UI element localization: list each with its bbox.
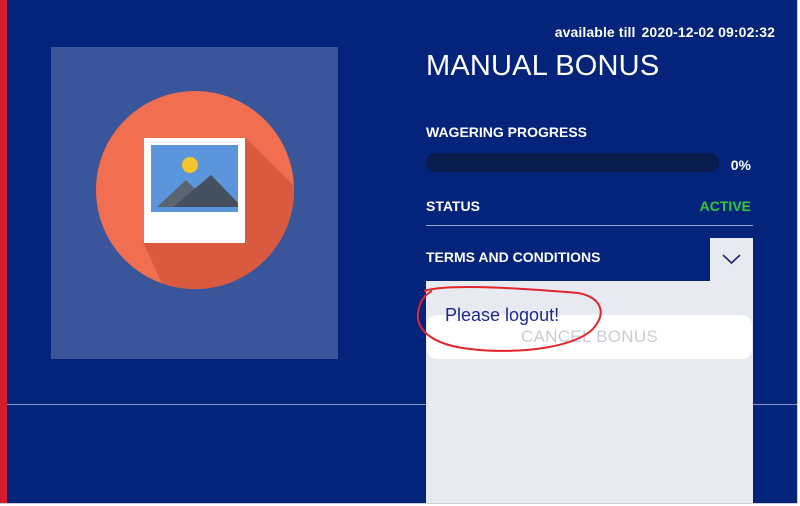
section-divider [7,404,426,405]
accent-bar [0,0,7,503]
bonus-title: MANUAL BONUS [426,50,660,82]
status-value: ACTIVE [699,198,751,214]
availability-date: 2020-12-02 09:02:32 [641,24,775,40]
availability-label: available till [554,24,636,40]
annotation-text: Please logout! [445,305,560,325]
bonus-thumbnail [51,47,338,359]
availability-text: available till 2020-12-02 09:02:32 [555,24,775,40]
chevron-down-icon [722,254,741,265]
image-placeholder-icon [96,91,294,289]
divider [426,225,753,226]
section-divider-right [753,404,797,405]
wagering-percent: 0% [730,157,751,173]
bonus-card: available till 2020-12-02 09:02:32 MANUAL… [0,0,798,504]
wagering-progress-label: WAGERING PROGRESS [426,124,588,140]
status-label: STATUS [426,198,480,214]
terms-label: TERMS AND CONDITIONS [426,249,601,265]
terms-toggle-button[interactable] [710,238,753,281]
wagering-progress-bar [426,153,719,172]
